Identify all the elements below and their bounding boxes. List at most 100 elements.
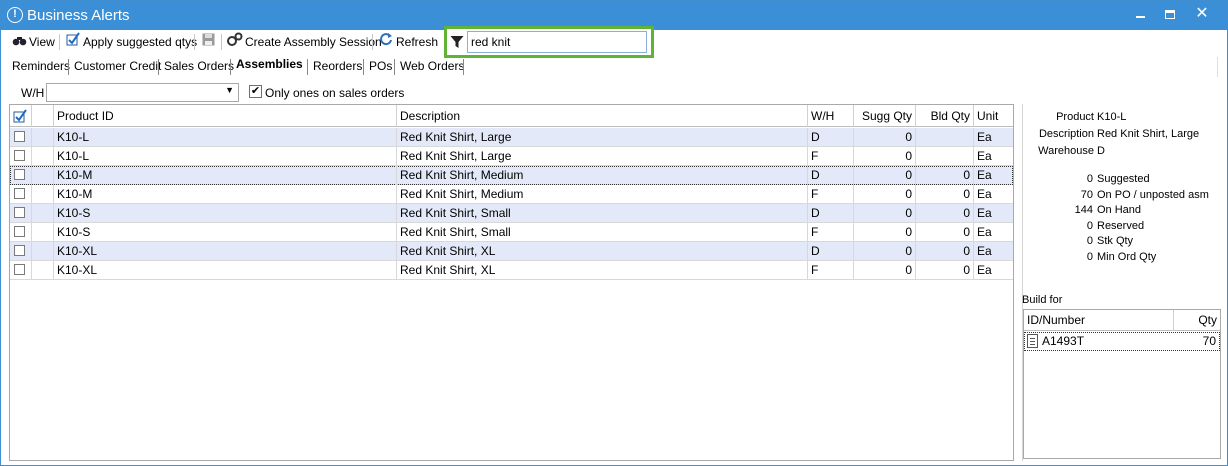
row-checkbox[interactable]	[14, 188, 25, 199]
tab-reminders[interactable]: Reminders	[12, 58, 70, 74]
row-indicator-cell	[32, 204, 54, 223]
sugg-qty-cell[interactable]: 0	[854, 166, 916, 185]
sugg-qty-cell[interactable]: 0	[854, 128, 916, 147]
product-id-cell[interactable]: K10-M	[54, 185, 397, 204]
row-checkbox[interactable]	[14, 264, 25, 275]
bld-qty-cell[interactable]: 0	[916, 204, 974, 223]
view-label: View	[29, 35, 55, 49]
select-all-header[interactable]	[10, 105, 32, 127]
unit-cell[interactable]: Ea	[974, 204, 1013, 223]
unit-cell[interactable]: Ea	[974, 166, 1013, 185]
unit-cell[interactable]: Ea	[974, 185, 1013, 204]
bld-qty-cell[interactable]: 0	[916, 223, 974, 242]
table-row[interactable]: K10-L Red Knit Shirt, Large D 0 Ea	[10, 128, 1013, 147]
table-row[interactable]: K10-XL Red Knit Shirt, XL F 0 0 Ea	[10, 261, 1013, 280]
row-checkbox[interactable]	[14, 150, 25, 161]
sugg-qty-cell[interactable]: 0	[854, 261, 916, 280]
description-cell[interactable]: Red Knit Shirt, Small	[397, 223, 808, 242]
wh-cell[interactable]: F	[808, 223, 854, 242]
wh-cell[interactable]: D	[808, 166, 854, 185]
wh-cell[interactable]: F	[808, 147, 854, 166]
table-row[interactable]: K10-M Red Knit Shirt, Medium F 0 0 Ea	[10, 185, 1013, 204]
bld-qty-cell[interactable]	[916, 147, 974, 166]
tab-pos[interactable]: POs	[369, 58, 392, 74]
description-cell[interactable]: Red Knit Shirt, XL	[397, 242, 808, 261]
tab-reorders[interactable]: Reorders	[313, 58, 362, 74]
wh-cell[interactable]: F	[808, 261, 854, 280]
product-id-cell[interactable]: K10-M	[54, 166, 397, 185]
bld-qty-header[interactable]: Bld Qty	[916, 105, 974, 127]
unit-cell[interactable]: Ea	[974, 223, 1013, 242]
build-for-row[interactable]: A1493T 70	[1024, 332, 1220, 351]
bld-qty-cell[interactable]: 0	[916, 261, 974, 280]
description-header[interactable]: Description	[397, 105, 808, 127]
description-cell[interactable]: Red Knit Shirt, Medium	[397, 185, 808, 204]
sugg-qty-cell[interactable]: 0	[854, 223, 916, 242]
product-id-header[interactable]: Product ID	[54, 105, 397, 127]
tab-customer-credit[interactable]: Customer Credit	[74, 58, 161, 74]
refresh-button[interactable]: Refresh	[378, 32, 438, 52]
wh-cell[interactable]: D	[808, 204, 854, 223]
tab-web-orders[interactable]: Web Orders	[400, 58, 464, 74]
unit-cell[interactable]: Ea	[974, 147, 1013, 166]
apply-suggested-qtys-button[interactable]: Apply suggested qtys	[65, 32, 197, 52]
product-id-cell[interactable]: K10-S	[54, 204, 397, 223]
bld-qty-cell[interactable]: 0	[916, 166, 974, 185]
sugg-qty-cell[interactable]: 0	[854, 204, 916, 223]
table-row[interactable]: K10-L Red Knit Shirt, Large F 0 Ea	[10, 147, 1013, 166]
unit-cell[interactable]: Ea	[974, 128, 1013, 147]
qty-header[interactable]: Qty	[1174, 310, 1220, 331]
sugg-qty-cell[interactable]: 0	[854, 242, 916, 261]
sugg-qty-header[interactable]: Sugg Qty	[854, 105, 916, 127]
product-id-cell[interactable]: K10-L	[54, 147, 397, 166]
detail-panel: Product K10-L Description Red Knit Shirt…	[1021, 104, 1227, 461]
wh-cell[interactable]: F	[808, 185, 854, 204]
row-checkbox[interactable]	[14, 131, 25, 142]
wh-dropdown[interactable]: ▼	[46, 83, 239, 102]
stat-value: 0	[1086, 219, 1093, 232]
row-checkbox[interactable]	[14, 245, 25, 256]
row-checkbox[interactable]	[14, 169, 25, 180]
table-row[interactable]: K10-M Red Knit Shirt, Medium D 0 0 Ea	[10, 166, 1013, 185]
product-id-cell[interactable]: K10-XL	[54, 242, 397, 261]
bld-qty-cell[interactable]	[916, 128, 974, 147]
description-cell[interactable]: Red Knit Shirt, Large	[397, 128, 808, 147]
product-id-cell[interactable]: K10-S	[54, 223, 397, 242]
tab-sales-orders[interactable]: Sales Orders	[164, 58, 234, 74]
view-button[interactable]: View	[11, 32, 55, 52]
binoculars-icon	[11, 32, 27, 52]
tab-assemblies[interactable]: Assemblies	[236, 56, 303, 72]
table-row[interactable]: K10-S Red Knit Shirt, Small F 0 0 Ea	[10, 223, 1013, 242]
product-id-cell[interactable]: K10-L	[54, 128, 397, 147]
save-button[interactable]	[200, 32, 218, 52]
description-cell[interactable]: Red Knit Shirt, XL	[397, 261, 808, 280]
description-cell[interactable]: Red Knit Shirt, Medium	[397, 166, 808, 185]
maximize-button[interactable]	[1155, 1, 1185, 30]
tab-scroll-area	[1217, 57, 1227, 77]
description-cell[interactable]: Red Knit Shirt, Small	[397, 204, 808, 223]
row-checkbox[interactable]	[14, 226, 25, 237]
bld-qty-cell[interactable]: 0	[916, 185, 974, 204]
create-assembly-session-button[interactable]: Create Assembly Session	[227, 32, 382, 52]
id-number-header[interactable]: ID/Number	[1024, 310, 1174, 331]
close-button[interactable]: ✕	[1187, 1, 1217, 30]
description-cell[interactable]: Red Knit Shirt, Large	[397, 147, 808, 166]
sugg-qty-cell[interactable]: 0	[854, 147, 916, 166]
row-checkbox[interactable]	[14, 207, 25, 218]
only-sales-orders-checkbox[interactable]: ✔	[249, 85, 262, 98]
table-row[interactable]: K10-XL Red Knit Shirt, XL D 0 0 Ea	[10, 242, 1013, 261]
row-select-cell	[10, 128, 32, 147]
table-row[interactable]: K10-S Red Knit Shirt, Small D 0 0 Ea	[10, 204, 1013, 223]
bld-qty-cell[interactable]: 0	[916, 242, 974, 261]
stat-label: Min Ord Qty	[1097, 250, 1157, 263]
wh-cell[interactable]: D	[808, 128, 854, 147]
filter-input[interactable]	[467, 31, 647, 53]
unit-cell[interactable]: Ea	[974, 242, 1013, 261]
product-id-cell[interactable]: K10-XL	[54, 261, 397, 280]
unit-cell[interactable]: Ea	[974, 261, 1013, 280]
wh-cell[interactable]: D	[808, 242, 854, 261]
sugg-qty-cell[interactable]: 0	[854, 185, 916, 204]
minimize-button[interactable]	[1125, 1, 1155, 30]
unit-header[interactable]: Unit	[974, 105, 1013, 127]
wh-header[interactable]: W/H	[808, 105, 854, 127]
